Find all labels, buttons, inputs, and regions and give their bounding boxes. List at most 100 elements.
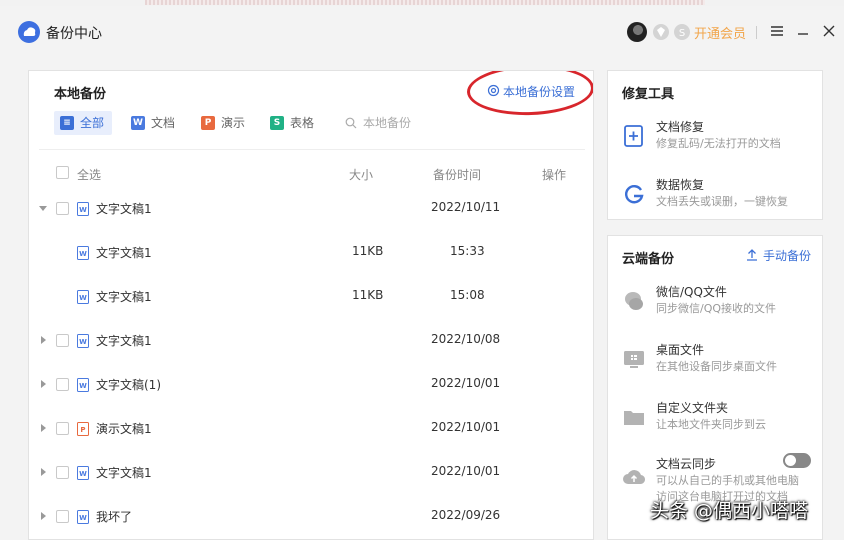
minimize-icon[interactable] xyxy=(792,20,814,42)
cloud-backup-title: 云端备份 xyxy=(622,252,675,267)
writer-file-icon: W xyxy=(77,510,89,524)
filter-presentations[interactable]: P 演示 xyxy=(201,111,245,135)
local-backup-title: 本地备份 xyxy=(54,87,107,102)
search-input[interactable]: 本地备份 xyxy=(345,111,411,135)
spreadsheet-icon: S xyxy=(270,116,284,130)
filter-documents[interactable]: W 文档 xyxy=(131,111,175,135)
file-name: 文字文稿1 xyxy=(96,202,152,216)
expand-arrow-icon[interactable] xyxy=(38,335,48,345)
open-membership-link[interactable]: 开通会员 xyxy=(694,23,746,42)
custom-folder-item[interactable]: 自定义文件夹 让本地文件夹同步到云 xyxy=(622,399,822,439)
cloud-upload-icon xyxy=(622,465,646,489)
doc-repair-item[interactable]: 文档修复 修复乱码/无法打开的文档 xyxy=(622,118,822,158)
file-name: 我坏了 xyxy=(96,510,133,524)
table-row[interactable]: W 文字文稿1 11KB 15:33 xyxy=(29,231,593,275)
member-badge-icon[interactable] xyxy=(653,24,669,40)
file-name: 演示文稿1 xyxy=(96,422,152,436)
table-row[interactable]: W 文字文稿1 2022/10/08 xyxy=(29,319,593,363)
filter-all[interactable]: ≡ 全部 xyxy=(54,111,113,135)
backup-time: 2022/09/26 xyxy=(431,508,501,522)
backup-time: 2022/10/11 xyxy=(431,200,501,214)
select-all-checkbox[interactable] xyxy=(56,166,69,179)
table-row[interactable]: W 文字文稿1 2022/10/01 xyxy=(29,451,593,495)
row-checkbox[interactable] xyxy=(56,510,69,523)
table-row[interactable]: W 文字文稿1 2022/10/11 xyxy=(29,187,593,231)
filter-presentations-label: 演示 xyxy=(221,116,246,130)
watermark: 头条 @偶西小嗒嗒 xyxy=(650,500,809,522)
repair-tools-panel: 修复工具 文档修复 修复乱码/无法打开的文档 数据恢复 文档丢失或误删，一键恢复 xyxy=(607,70,823,220)
manual-backup-button[interactable]: 手动备份 xyxy=(746,247,811,264)
column-backup-time: 备份时间 xyxy=(433,168,482,182)
doc-cloud-sync-title: 文档云同步 xyxy=(656,457,717,471)
svg-text:W: W xyxy=(79,338,87,346)
app-logo-icon xyxy=(18,21,40,43)
chat-icon xyxy=(622,289,646,313)
row-checkbox[interactable] xyxy=(56,422,69,435)
row-checkbox[interactable] xyxy=(56,466,69,479)
doc-repair-desc: 修复乱码/无法打开的文档 xyxy=(656,137,781,150)
doc-cloud-sync-desc: 可以从自己的手机或其他电脑 xyxy=(656,474,799,487)
collapse-arrow-icon[interactable] xyxy=(38,203,48,213)
backup-time: 2022/10/01 xyxy=(431,420,501,434)
desktop-files-item[interactable]: 桌面文件 在其他设备同步桌面文件 xyxy=(622,341,822,381)
expand-arrow-icon[interactable] xyxy=(38,423,48,433)
chat-files-desc: 同步微信/QQ接收的文件 xyxy=(656,302,777,315)
folder-icon xyxy=(622,405,646,429)
svg-text:W: W xyxy=(79,206,87,214)
row-checkbox[interactable] xyxy=(56,334,69,347)
file-name: 文字文稿(1) xyxy=(96,378,161,392)
backup-time: 15:08 xyxy=(450,288,485,302)
file-size: 11KB xyxy=(352,288,384,302)
filter-all-label: 全部 xyxy=(80,116,105,130)
backup-time: 15:33 xyxy=(450,244,485,258)
table-row[interactable]: W 文字文稿1 11KB 15:08 xyxy=(29,275,593,319)
search-icon xyxy=(345,117,357,129)
avatar[interactable] xyxy=(627,22,647,42)
doc-repair-icon xyxy=(622,124,646,148)
local-backup-panel: 本地备份 本地备份设置 ≡ 全部 W 文档 P 演示 S 表格 本地备份 全选 … xyxy=(28,70,594,540)
desktop-files-title: 桌面文件 xyxy=(656,343,705,357)
table-row[interactable]: P 演示文稿1 2022/10/01 xyxy=(29,407,593,451)
table-row[interactable]: W 我坏了 2022/09/26 xyxy=(29,495,593,539)
file-name: 文字文稿1 xyxy=(96,290,152,304)
svg-text:W: W xyxy=(79,382,87,390)
presentation-file-icon: P xyxy=(77,422,89,436)
desktop-files-desc: 在其他设备同步桌面文件 xyxy=(656,360,777,373)
menu-icon[interactable] xyxy=(766,20,788,42)
svg-text:S: S xyxy=(679,28,685,39)
writer-file-icon: W xyxy=(77,202,89,216)
data-recovery-desc: 文档丢失或误删，一键恢复 xyxy=(656,195,788,208)
filter-documents-label: 文档 xyxy=(151,116,176,130)
table-row[interactable]: W 文字文稿(1) 2022/10/01 xyxy=(29,363,593,407)
row-checkbox[interactable] xyxy=(56,378,69,391)
filter-spreadsheets[interactable]: S 表格 xyxy=(270,111,314,135)
row-checkbox[interactable] xyxy=(56,202,69,215)
custom-folder-title: 自定义文件夹 xyxy=(656,401,729,415)
upload-icon xyxy=(747,249,757,261)
titlebar-divider xyxy=(756,26,757,39)
doc-cloud-sync-toggle[interactable] xyxy=(783,453,811,468)
list-icon: ≡ xyxy=(60,116,74,130)
writer-file-icon: W xyxy=(77,290,89,304)
custom-folder-desc: 让本地文件夹同步到云 xyxy=(656,418,766,431)
red-circle-annotation xyxy=(466,71,593,118)
file-name: 文字文稿1 xyxy=(96,466,152,480)
writer-file-icon: W xyxy=(77,466,89,480)
expand-arrow-icon[interactable] xyxy=(38,379,48,389)
repair-tools-title: 修复工具 xyxy=(622,87,675,102)
column-action: 操作 xyxy=(542,168,567,182)
manual-backup-label: 手动备份 xyxy=(763,249,812,263)
close-icon[interactable] xyxy=(818,20,840,42)
expand-arrow-icon[interactable] xyxy=(38,511,48,521)
expand-arrow-icon[interactable] xyxy=(38,467,48,477)
filter-spreadsheets-label: 表格 xyxy=(290,116,315,130)
data-recovery-item[interactable]: 数据恢复 文档丢失或误删，一键恢复 xyxy=(622,176,822,216)
super-member-badge-icon[interactable]: S xyxy=(674,24,690,40)
file-name: 文字文稿1 xyxy=(96,334,152,348)
search-placeholder: 本地备份 xyxy=(363,116,412,130)
svg-text:W: W xyxy=(79,294,87,302)
chat-files-item[interactable]: 微信/QQ文件 同步微信/QQ接收的文件 xyxy=(622,283,822,323)
select-all-label: 全选 xyxy=(77,168,102,182)
desktop-icon xyxy=(622,347,646,371)
writer-file-icon: W xyxy=(77,378,89,392)
